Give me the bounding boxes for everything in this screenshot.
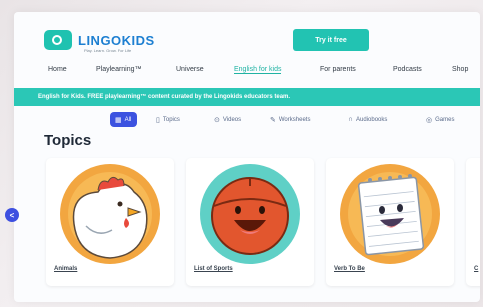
grid-icon: ▦ bbox=[115, 116, 122, 124]
nav-item-universe[interactable]: Universe bbox=[176, 66, 204, 73]
topic-card-list-of-sports[interactable]: List of Sports bbox=[186, 158, 314, 286]
topic-card-partial[interactable]: C bbox=[466, 158, 480, 286]
logo-tagline: Play. Learn. Grow. For Life bbox=[84, 48, 132, 53]
filter-bar: ▦ All ▯ Topics ⊙ Videos ✎ Worksheets ∩ A… bbox=[110, 112, 480, 128]
topic-card-verb-to-be[interactable]: Verb To Be bbox=[326, 158, 454, 286]
filter-all[interactable]: ▦ All bbox=[110, 112, 138, 127]
main-nav: Home Playlearning™ Universe English for … bbox=[14, 64, 480, 80]
play-icon: ⊙ bbox=[214, 116, 220, 124]
chicken-illustration bbox=[60, 164, 160, 264]
filter-videos-label: Videos bbox=[222, 116, 242, 123]
filter-games[interactable]: ◎ Games bbox=[426, 112, 454, 127]
browser-page: LINGOKIDS Play. Learn. Grow. For Life Tr… bbox=[14, 12, 480, 302]
headphones-icon: ∩ bbox=[348, 116, 354, 123]
filter-games-label: Games bbox=[435, 116, 455, 123]
nav-item-playlearning[interactable]: Playlearning™ bbox=[96, 66, 142, 73]
nav-item-home[interactable]: Home bbox=[48, 66, 67, 73]
filter-all-label: All bbox=[124, 116, 132, 123]
filter-audiobooks-label: Audiobooks bbox=[356, 116, 388, 123]
card-label: C bbox=[474, 266, 479, 272]
filter-topics-label: Topics bbox=[162, 116, 180, 123]
card-label: Animals bbox=[54, 266, 78, 272]
lingokids-logo-icon bbox=[44, 30, 72, 50]
topic-card-animals[interactable]: Animals bbox=[46, 158, 174, 286]
card-label: Verb To Be bbox=[334, 266, 365, 272]
nav-item-shop[interactable]: Shop bbox=[452, 66, 468, 73]
nav-item-english-for-kids[interactable]: English for kids bbox=[234, 66, 282, 74]
page-icon: ▯ bbox=[156, 116, 160, 124]
section-title: Topics bbox=[44, 132, 92, 149]
basketball-illustration bbox=[200, 164, 300, 264]
nav-item-for-parents[interactable]: For parents bbox=[320, 66, 356, 73]
filter-audiobooks[interactable]: ∩ Audiobooks bbox=[348, 112, 387, 127]
filter-videos[interactable]: ⊙ Videos bbox=[214, 112, 241, 127]
notepad-illustration bbox=[340, 164, 440, 264]
lingokids-logo[interactable]: LINGOKIDS bbox=[44, 30, 155, 50]
gamepad-icon: ◎ bbox=[426, 116, 433, 124]
card-label: List of Sports bbox=[194, 266, 233, 272]
filter-worksheets-label: Worksheets bbox=[278, 116, 311, 123]
carousel-prev-button[interactable]: < bbox=[5, 208, 19, 222]
filter-topics[interactable]: ▯ Topics bbox=[156, 112, 180, 127]
try-it-free-button[interactable]: Try it free bbox=[293, 29, 369, 51]
logo-text: LINGOKIDS bbox=[78, 32, 155, 48]
info-banner: English for Kids. FREE playlearning™ con… bbox=[14, 88, 480, 106]
filter-worksheets[interactable]: ✎ Worksheets bbox=[270, 112, 310, 127]
chevron-left-icon: < bbox=[9, 210, 15, 220]
partial-card-illustration bbox=[472, 164, 480, 264]
nav-item-podcasts[interactable]: Podcasts bbox=[393, 66, 422, 73]
pencil-icon: ✎ bbox=[270, 116, 276, 124]
banner-text: English for Kids. FREE playlearning™ con… bbox=[38, 94, 291, 100]
